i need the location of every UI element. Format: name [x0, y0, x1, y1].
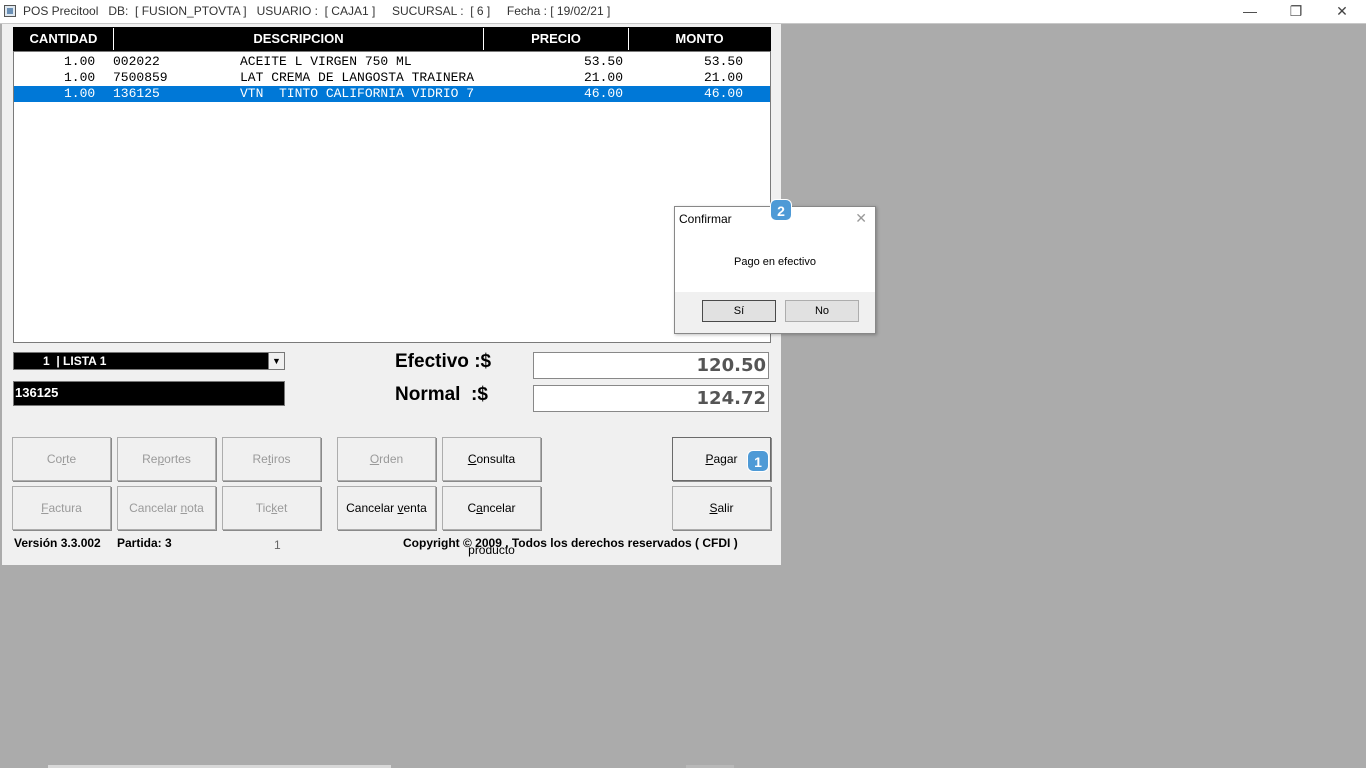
price-list-select[interactable]: 1 | LISTA 1 ▼ — [13, 352, 285, 370]
table-row-selected[interactable]: 1.00 136125 VTN TINTO CALIFORNIA VIDRIO … — [14, 86, 770, 102]
corte-button[interactable]: Corte — [12, 437, 111, 481]
counter-label: 1 — [274, 538, 281, 552]
normal-label: Normal :$ — [395, 384, 488, 405]
col-cantidad: CANTIDAD — [14, 28, 114, 50]
row-cantidad: 1.00 — [64, 54, 96, 69]
orden-button[interactable]: Orden — [337, 437, 436, 481]
efectivo-label: Efectivo :$ — [395, 351, 492, 372]
grid-header: CANTIDAD DESCRIPCION PRECIO MONTO — [13, 27, 771, 51]
dialog-message: Pago en efectivo — [734, 256, 816, 268]
pos-main-panel: CANTIDAD DESCRIPCION PRECIO MONTO 1.00 0… — [2, 24, 781, 565]
restore-icon[interactable]: ❐ — [1273, 0, 1319, 23]
row-descripcion: LAT CREMA DE LANGOSTA TRAINERA — [240, 70, 475, 85]
sale-items-grid[interactable]: 1.00 002022 ACEITE L VIRGEN 750 ML 53.50… — [13, 51, 771, 343]
efectivo-amount: 120.50 — [533, 352, 769, 379]
ticket-button[interactable]: Ticket — [222, 486, 321, 530]
col-monto: MONTO — [675, 31, 724, 46]
close-icon[interactable]: ✕ — [855, 210, 867, 227]
reportes-button[interactable]: Reportes — [117, 437, 216, 481]
table-row[interactable]: 1.00 7500859 LAT CREMA DE LANGOSTA TRAIN… — [14, 70, 770, 86]
cancelar-venta-button[interactable]: Cancelar venta — [337, 486, 436, 530]
app-icon — [4, 5, 16, 17]
row-descripcion: ACEITE L VIRGEN 750 ML — [240, 54, 412, 69]
dialog-title: Confirmar — [679, 212, 732, 226]
yes-button[interactable]: Sí — [702, 300, 776, 322]
col-precio: PRECIO — [484, 28, 629, 50]
step-badge-2: 2 — [770, 199, 792, 221]
step-badge-1: 1 — [747, 450, 769, 472]
table-row[interactable]: 1.00 002022 ACEITE L VIRGEN 750 ML 53.50… — [14, 54, 770, 70]
dialog-footer: Sí No — [675, 292, 875, 333]
title-bar: POS Precitool DB: [ FUSION_PTOVTA ] USUA… — [0, 0, 1366, 24]
row-precio: 46.00 — [584, 86, 624, 101]
partida-label: Partida: 3 — [117, 536, 172, 550]
close-icon[interactable]: ✕ — [1319, 0, 1365, 23]
retiros-button[interactable]: Retiros — [222, 437, 321, 481]
row-cantidad: 1.00 — [64, 86, 96, 101]
cancelar-producto-button[interactable]: Cancelar producto — [442, 486, 541, 557]
salir-button[interactable]: Salir — [672, 486, 771, 530]
row-monto: 21.00 — [704, 70, 744, 85]
copyright-label: Copyright © 2009 . Todos los derechos re… — [403, 536, 738, 550]
row-codigo: 136125 — [113, 86, 160, 101]
version-label: Versión 3.3.002 — [14, 536, 101, 550]
row-monto: 53.50 — [704, 54, 744, 69]
row-monto: 46.00 — [704, 86, 744, 101]
window-title: POS Precitool DB: [ FUSION_PTOVTA ] USUA… — [23, 4, 611, 18]
no-button[interactable]: No — [785, 300, 859, 322]
normal-amount: 124.72 — [533, 385, 769, 412]
chevron-down-icon[interactable]: ▼ — [268, 353, 284, 369]
product-code-input[interactable]: 136125 — [13, 381, 285, 406]
confirm-dialog: Confirmar ✕ Pago en efectivo Sí No — [674, 206, 876, 334]
row-codigo: 7500859 — [113, 70, 168, 85]
factura-button[interactable]: Factura — [12, 486, 111, 530]
col-descripcion: DESCRIPCION — [114, 28, 484, 50]
row-cantidad: 1.00 — [64, 70, 96, 85]
row-codigo: 002022 — [113, 54, 160, 69]
price-list-value: 1 | LISTA 1 — [43, 354, 107, 368]
consulta-button[interactable]: Consulta — [442, 437, 541, 481]
row-descripcion: VTN TINTO CALIFORNIA VIDRIO 7 — [240, 86, 475, 101]
cancelar-nota-button[interactable]: Cancelar nota — [117, 486, 216, 530]
row-precio: 21.00 — [584, 70, 624, 85]
row-precio: 53.50 — [584, 54, 624, 69]
minimize-icon[interactable]: — — [1227, 0, 1273, 23]
